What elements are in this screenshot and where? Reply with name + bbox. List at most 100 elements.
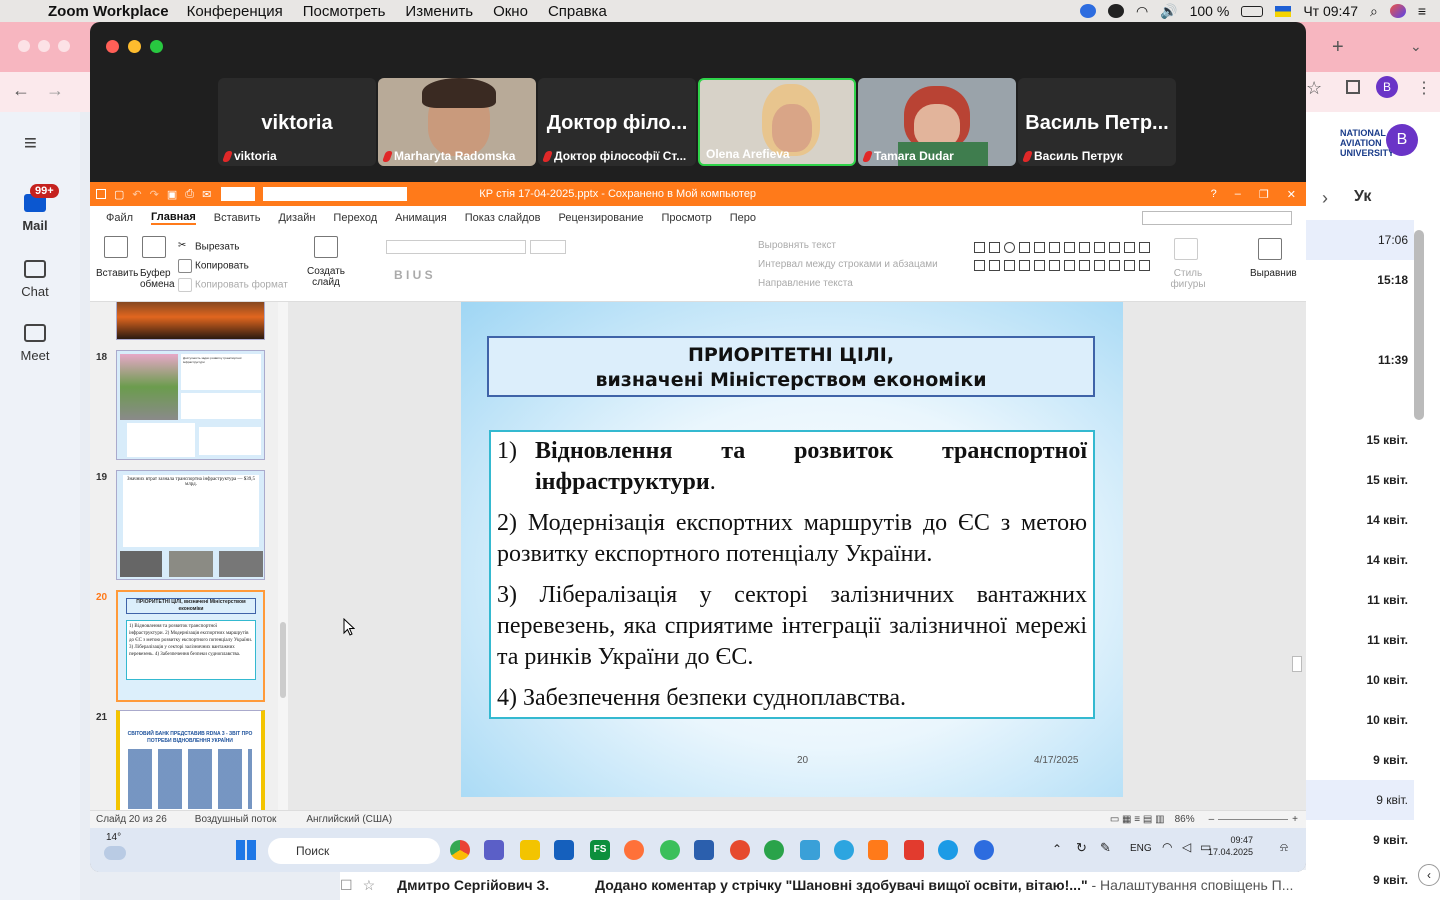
language-indicator[interactable]: Английский (США) xyxy=(306,814,392,825)
align-button[interactable]: Выравнив xyxy=(1250,268,1297,279)
shape-style-button[interactable]: Стиль фигуры xyxy=(1170,268,1206,290)
teams-icon[interactable] xyxy=(484,840,504,860)
line-spacing-button[interactable]: Интервал между строками и абзацами xyxy=(758,259,938,270)
snipping-icon[interactable] xyxy=(800,840,820,860)
tab-pen[interactable]: Перо xyxy=(730,212,756,224)
menu-clock[interactable]: Чт 09:47 xyxy=(1303,3,1358,19)
cut-button[interactable]: ✂ Вырезать xyxy=(178,240,239,254)
list-scrollbar[interactable] xyxy=(1414,230,1424,420)
arrange-icon[interactable] xyxy=(1258,238,1282,260)
slide-thumbnail-17[interactable] xyxy=(116,302,265,340)
tray-chevron-up-icon[interactable]: ⌃ xyxy=(1052,842,1062,856)
zoom-status-icon[interactable] xyxy=(1079,4,1096,18)
menu-app-name[interactable]: Zoom Workplace xyxy=(48,3,169,20)
close-window-button[interactable] xyxy=(106,40,119,53)
tab-home[interactable]: Главная xyxy=(151,211,196,225)
back-icon[interactable]: ← xyxy=(12,80,30,101)
chrome-profile-icon[interactable] xyxy=(730,840,750,860)
redo-icon[interactable]: ↷ xyxy=(150,188,159,201)
print-icon[interactable]: ⎙ xyxy=(185,188,194,201)
font-size-quick-box[interactable] xyxy=(221,187,256,201)
font-size-select[interactable] xyxy=(530,240,566,254)
file-explorer-icon[interactable] xyxy=(520,840,540,860)
restore-icon[interactable]: ❐ xyxy=(1259,188,1269,201)
current-slide[interactable]: ПРИОРІТЕТНІ ЦІЛІ, визначені Міністерство… xyxy=(461,302,1123,797)
paste-icon[interactable] xyxy=(104,236,128,258)
battery-percent[interactable]: 100 % xyxy=(1190,3,1230,19)
input-language[interactable]: ENG xyxy=(1130,843,1152,854)
new-slide-button[interactable]: Создать слайд xyxy=(306,266,346,288)
tray-pen-icon[interactable]: ✎ xyxy=(1100,840,1111,856)
bottom-message-row[interactable]: ☐ ☆ Дмитро Сергійович З. Додано коментар… xyxy=(340,870,1306,900)
minimize-icon[interactable]: – xyxy=(1235,188,1241,200)
zoom-in-icon[interactable]: + xyxy=(1292,814,1298,825)
chevron-right-icon[interactable]: › xyxy=(1322,188,1328,209)
maximize-window-button[interactable] xyxy=(150,40,163,53)
star-icon[interactable]: ☆ xyxy=(363,877,376,894)
tab-review[interactable]: Рецензирование xyxy=(559,212,644,224)
tab-design[interactable]: Дизайн xyxy=(278,212,315,224)
minimize-window-button[interactable] xyxy=(128,40,141,53)
sort-dropdown[interactable]: Ук xyxy=(1354,188,1371,206)
font-quick-box[interactable] xyxy=(263,187,408,201)
format-painter-button[interactable]: Копировать формат xyxy=(178,278,288,292)
email-icon[interactable]: ✉ xyxy=(202,188,211,201)
slide-title-box[interactable]: ПРИОРІТЕТНІ ЦІЛІ, визначені Міністерство… xyxy=(487,336,1095,397)
zoom-app-icon[interactable] xyxy=(974,840,994,860)
tab-transition[interactable]: Переход xyxy=(333,212,377,224)
save-icon[interactable]: ▣ xyxy=(167,188,177,201)
menu-item-view[interactable]: Посмотреть xyxy=(303,3,386,20)
hamburger-menu-icon[interactable]: ≡ xyxy=(24,130,37,156)
tray-sync-icon[interactable]: ↻ xyxy=(1076,840,1087,856)
thumbnail-scrollbar[interactable] xyxy=(278,302,288,810)
screen-share-status-icon[interactable] xyxy=(1107,4,1124,18)
participant-tile[interactable]: Доктор філо... Доктор філософії Ст... xyxy=(538,78,696,166)
clipboard-button[interactable]: Буфер обмена xyxy=(140,268,176,290)
battery-icon[interactable] xyxy=(1241,5,1264,17)
open-icon[interactable]: ▢ xyxy=(114,188,124,201)
viber-icon[interactable] xyxy=(660,840,680,860)
telegram-icon[interactable] xyxy=(834,840,854,860)
spotlight-search-icon[interactable]: ⌕ xyxy=(1370,3,1378,20)
text-direction-button[interactable]: Направление текста xyxy=(758,278,853,289)
tab-file[interactable]: Файл xyxy=(106,212,133,224)
checkbox-icon[interactable]: ☐ xyxy=(340,877,353,894)
slide-content-box[interactable]: 1) Відновлення та розвиток транспортної … xyxy=(489,430,1095,719)
slide-thumbnail-19[interactable]: Значних втрат зазнала транспортна інфрас… xyxy=(116,470,265,580)
participant-tile[interactable]: viktoria viktoria xyxy=(218,78,376,166)
participant-tile[interactable]: Василь Петр... Василь Петрук xyxy=(1018,78,1176,166)
tab-animation[interactable]: Анимация xyxy=(395,212,447,224)
profile-avatar[interactable]: B xyxy=(1376,76,1398,98)
undo-icon[interactable]: ↶ xyxy=(132,188,141,201)
close-icon[interactable]: ✕ xyxy=(1287,188,1296,201)
weather-temp[interactable]: 14° xyxy=(106,832,121,843)
scroll-thumb[interactable] xyxy=(1292,656,1302,672)
taskbar-search[interactable]: Поиск xyxy=(268,838,440,864)
chrome-profile-2-icon[interactable] xyxy=(764,840,784,860)
participant-tile-active-speaker[interactable]: Olena Arefieva xyxy=(698,78,856,166)
slide-scrollbar[interactable] xyxy=(1292,306,1302,796)
paste-button[interactable]: Вставить xyxy=(96,268,138,279)
word-icon[interactable] xyxy=(694,840,714,860)
menu-item-conference[interactable]: Конференция xyxy=(187,3,283,20)
taskbar-clock[interactable]: 09:47 17.04.2025 xyxy=(1208,834,1253,858)
account-avatar[interactable]: B xyxy=(1386,124,1418,156)
participant-tile[interactable]: Marharyta Radomska xyxy=(378,78,536,166)
slide-thumbnail-21[interactable]: СВІТОВИЙ БАНК ПРЕДСТАВИВ RDNA 3 - ЗВІТ П… xyxy=(116,710,265,810)
zoom-out-icon[interactable]: – xyxy=(1209,814,1215,825)
forward-icon[interactable]: → xyxy=(46,80,64,101)
font-family-select[interactable] xyxy=(386,240,526,254)
participant-tile[interactable]: Tamara Dudar xyxy=(858,78,1016,166)
browser-menu-icon[interactable]: ⋮ xyxy=(1416,78,1432,98)
bookmark-star-icon[interactable]: ☆ xyxy=(1306,78,1322,99)
new-tab-icon[interactable]: + xyxy=(1332,36,1344,59)
volume-icon[interactable]: 🔊 xyxy=(1160,3,1177,20)
store-icon[interactable] xyxy=(554,840,574,860)
align-text-button[interactable]: Выровнять текст xyxy=(758,240,836,251)
control-center-icon[interactable]: ≡ xyxy=(1418,3,1426,19)
sidepanel-icon[interactable] xyxy=(1346,80,1360,94)
wifi-icon[interactable]: ◠ xyxy=(1136,3,1148,20)
chrome-icon[interactable] xyxy=(450,840,470,860)
weather-cloud-icon[interactable] xyxy=(104,846,126,860)
scroll-thumb[interactable] xyxy=(280,622,286,698)
